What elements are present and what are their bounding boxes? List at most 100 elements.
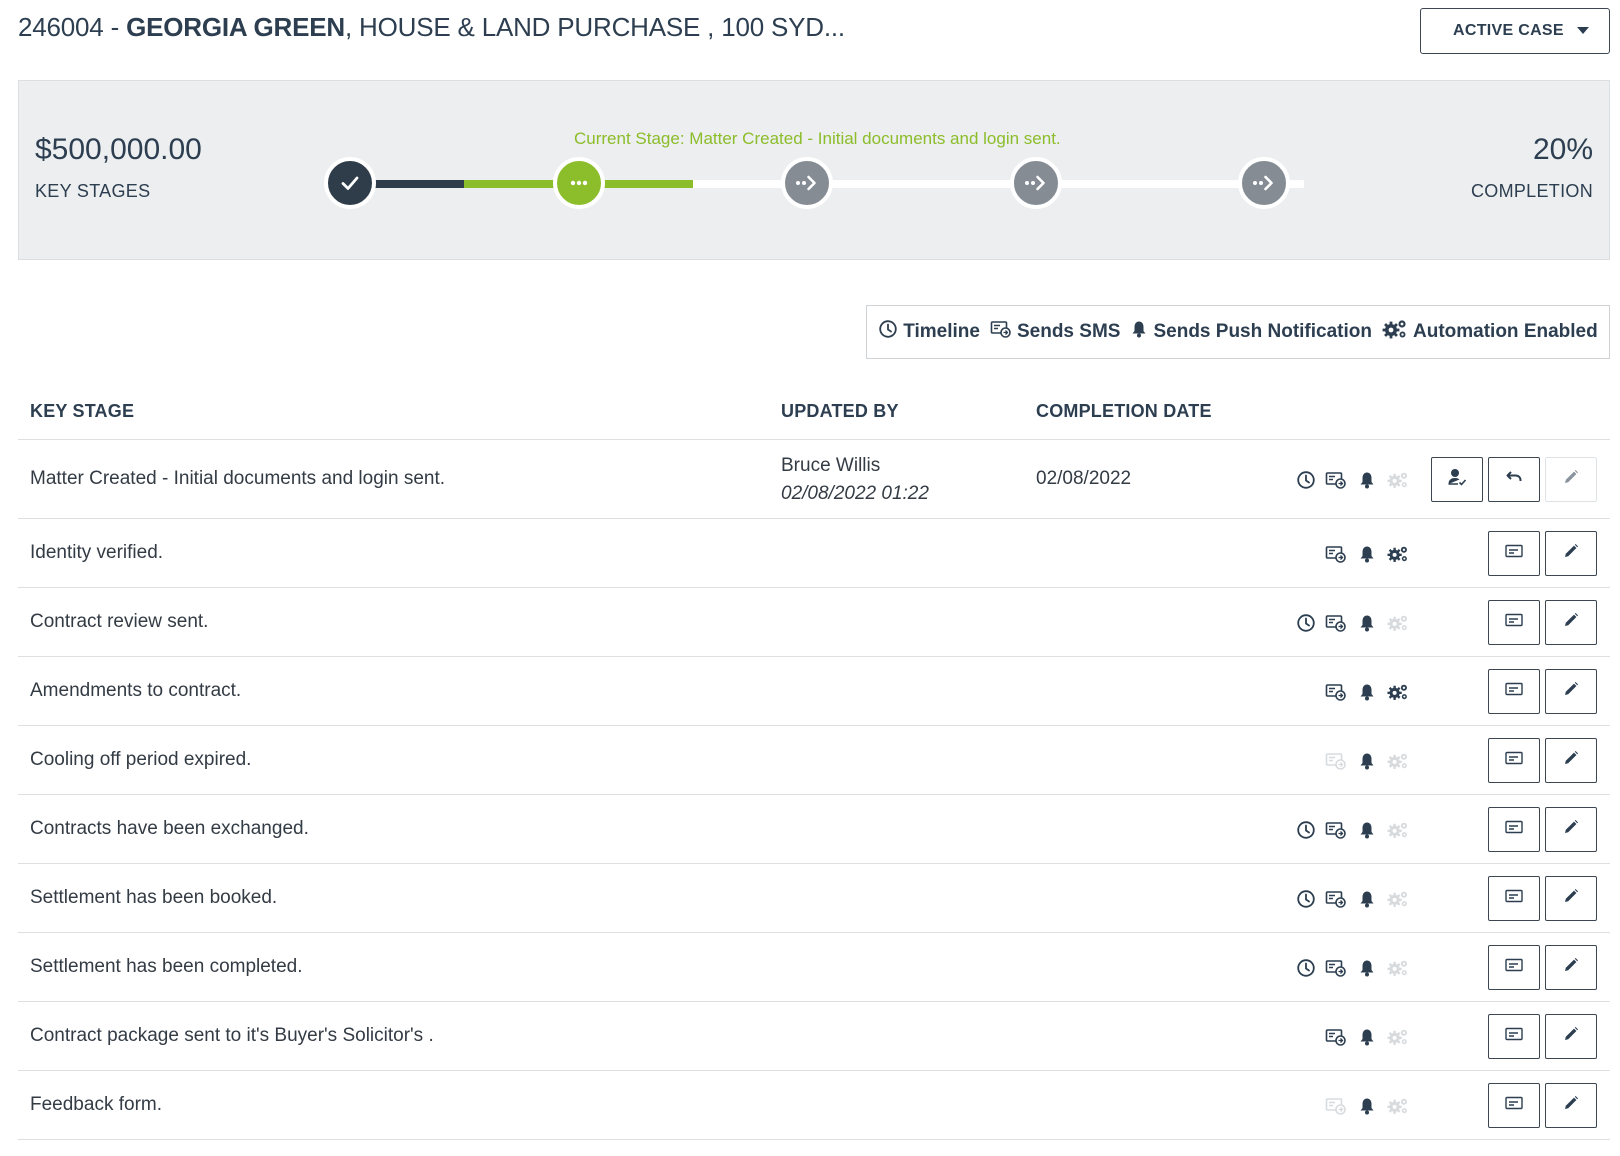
updated-at-time: 02/08/2022 01:22 (781, 483, 929, 504)
bell-icon (1356, 750, 1378, 772)
bell-icon (1356, 819, 1378, 841)
clock-icon (1295, 888, 1317, 910)
bell-icon (1356, 1095, 1378, 1117)
key-stage-name: Contract review sent. (30, 610, 209, 632)
sms-icon (1325, 888, 1347, 910)
clock-icon (1295, 469, 1317, 491)
message-card-icon (1504, 957, 1524, 978)
key-stage-name: Matter Created - Initial documents and l… (30, 468, 446, 489)
sms-icon (1325, 750, 1347, 772)
bell-icon (1130, 319, 1148, 345)
stage-node-pending[interactable] (1238, 157, 1290, 209)
pencil-icon (1562, 818, 1580, 841)
sms-icon (990, 319, 1012, 345)
case-title: 246004 - GEORGIA GREEN, HOUSE & LAND PUR… (18, 12, 845, 43)
key-stage-name: Feedback form. (30, 1093, 162, 1115)
legend-sms-label: Sends SMS (1016, 321, 1121, 342)
table-row: Amendments to contract. (18, 657, 1610, 726)
table-row: Matter Created - Initial documents and l… (18, 441, 1610, 519)
completion-label: COMPLETION (1470, 181, 1593, 201)
edit-stage-button[interactable] (1545, 530, 1597, 576)
undo-icon (1505, 469, 1523, 490)
edit-stage-button[interactable] (1545, 1013, 1597, 1059)
gears-icon (1387, 1095, 1409, 1117)
pencil-icon (1562, 1094, 1580, 1117)
user-check-icon (1446, 466, 1468, 493)
edit-stage-button[interactable] (1545, 737, 1597, 783)
gears-icon (1387, 612, 1409, 634)
column-key-stage: KEY STAGE (30, 401, 135, 421)
bell-icon (1356, 612, 1378, 634)
sms-icon (1325, 957, 1347, 979)
undo-stage-button[interactable] (1488, 457, 1540, 502)
message-card-icon (1504, 1095, 1524, 1116)
key-stages-label: KEY STAGES (35, 181, 151, 201)
stage-node-pending[interactable] (1009, 157, 1062, 209)
message-template-button[interactable] (1488, 599, 1540, 645)
message-template-button[interactable] (1488, 806, 1540, 852)
legend-push: Sends Push Notification (1130, 319, 1372, 345)
message-template-button[interactable] (1488, 1013, 1540, 1059)
message-card-icon (1504, 819, 1524, 840)
icon-legend: Timeline Sends SMS Sends Push Notificati… (866, 305, 1610, 359)
clock-icon (1295, 612, 1317, 634)
pencil-icon (1562, 542, 1580, 565)
message-card-icon (1504, 681, 1524, 702)
edit-stage-button[interactable] (1545, 599, 1597, 645)
next-arrow-icon (1022, 171, 1050, 195)
pencil-icon (1562, 611, 1580, 634)
key-stage-name: Cooling off period expired. (30, 748, 252, 770)
edit-stage-button[interactable] (1545, 457, 1597, 502)
caret-down-icon (1577, 27, 1589, 34)
clock-icon (1295, 819, 1317, 841)
pencil-icon (1562, 749, 1580, 772)
key-stages-table-header: KEY STAGE UPDATED BY COMPLETION DATE (18, 385, 1610, 440)
sms-icon (1325, 469, 1347, 491)
case-number: 246004 - (18, 12, 127, 42)
case-status-label: ACTIVE CASE (1453, 22, 1564, 39)
message-template-button[interactable] (1488, 944, 1540, 990)
table-row: Contract package sent to it's Buyer's So… (18, 1002, 1610, 1071)
gears-icon (1387, 543, 1409, 565)
bell-icon (1356, 681, 1378, 703)
edit-stage-button[interactable] (1545, 875, 1597, 921)
legend-timeline-label: Timeline (903, 321, 980, 342)
mark-complete-button[interactable] (1431, 457, 1483, 502)
case-status-dropdown[interactable]: ACTIVE CASE (1420, 8, 1610, 54)
stage-node-current[interactable] (552, 157, 605, 209)
stage-node-complete[interactable] (324, 157, 376, 209)
gears-icon (1387, 819, 1409, 841)
message-card-icon (1504, 543, 1524, 564)
bell-icon (1356, 888, 1378, 910)
message-template-button[interactable] (1488, 875, 1540, 921)
legend-automation: Automation Enabled (1382, 318, 1598, 346)
edit-stage-button[interactable] (1545, 1082, 1597, 1128)
edit-stage-button[interactable] (1545, 668, 1597, 714)
message-template-button[interactable] (1488, 668, 1540, 714)
gears-icon (1387, 469, 1409, 491)
gears-icon (1387, 888, 1409, 910)
stage-node-pending[interactable] (781, 157, 833, 209)
sms-icon (1325, 1026, 1347, 1048)
message-card-icon (1504, 612, 1524, 633)
gears-icon (1387, 750, 1409, 772)
column-updated-by: UPDATED BY (781, 401, 899, 421)
bell-icon (1356, 543, 1378, 565)
message-template-button[interactable] (1488, 1082, 1540, 1128)
pencil-icon (1562, 956, 1580, 979)
pencil-icon (1562, 887, 1580, 910)
pencil-icon (1562, 1025, 1580, 1048)
clock-icon (1295, 957, 1317, 979)
message-card-icon (1504, 750, 1524, 771)
key-stages-progress-panel: $500,000.00 KEY STAGES Current Stage: Ma… (18, 80, 1610, 260)
message-template-button[interactable] (1488, 530, 1540, 576)
legend-timeline: Timeline (878, 319, 980, 345)
table-row: Cooling off period expired. (18, 726, 1610, 795)
edit-stage-button[interactable] (1545, 944, 1597, 990)
key-stage-name: Contract package sent to it's Buyer's So… (30, 1024, 434, 1046)
edit-stage-button[interactable] (1545, 806, 1597, 852)
pencil-icon (1562, 468, 1580, 491)
message-template-button[interactable] (1488, 737, 1540, 783)
message-card-icon (1504, 1026, 1524, 1047)
next-arrow-icon (793, 171, 821, 195)
